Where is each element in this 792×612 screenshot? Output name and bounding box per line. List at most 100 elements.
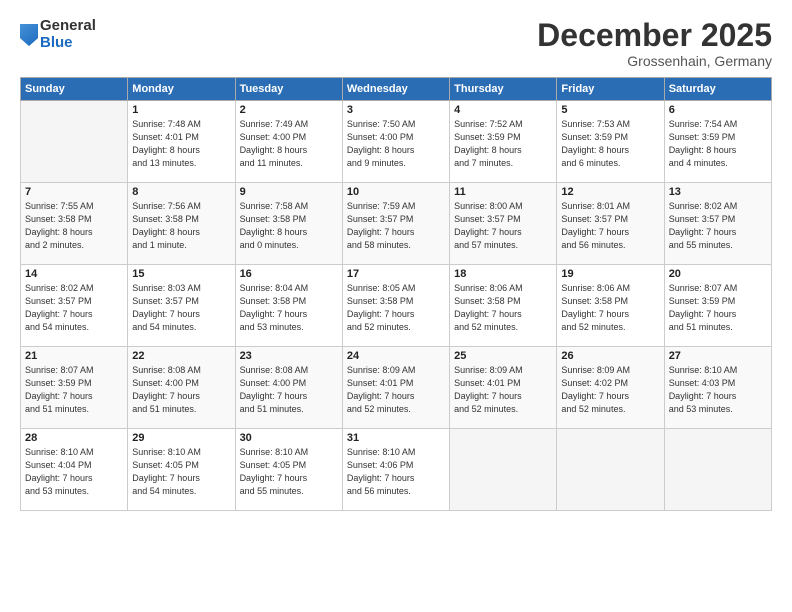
- day-number: 13: [669, 186, 767, 198]
- calendar-week-4: 28Sunrise: 8:10 AMSunset: 4:04 PMDayligh…: [21, 429, 772, 511]
- cell-info: Sunrise: 7:52 AMSunset: 3:59 PMDaylight:…: [454, 118, 552, 170]
- info-line: and 54 minutes.: [25, 322, 89, 332]
- calendar-week-2: 14 Sunrise: 8:02 AMSunset: 3:57 PMDayligh…: [21, 265, 772, 347]
- info-line: Sunrise: 8:07 AM: [25, 365, 94, 375]
- info-line: Daylight: 7 hours: [132, 391, 200, 401]
- table-row: 21Sunrise: 8:07 AMSunset: 3:59 PMDayligh…: [21, 347, 128, 429]
- day-number: 30: [240, 432, 338, 444]
- info-line: and 52 minutes.: [454, 404, 518, 414]
- info-line: Sunset: 3:59 PM: [561, 132, 628, 142]
- info-line: Daylight: 7 hours: [669, 227, 737, 237]
- info-line: Daylight: 8 hours: [132, 227, 200, 237]
- info-line: Sunset: 4:03 PM: [669, 378, 736, 388]
- info-line: Sunset: 3:57 PM: [347, 214, 414, 224]
- table-row: [557, 429, 664, 511]
- cell-info: Sunrise: 8:02 AMSunset: 3:57 PMDaylight:…: [669, 200, 767, 252]
- day-number: 8: [132, 186, 230, 198]
- col-monday: Monday: [128, 78, 235, 101]
- info-line: Sunrise: 7:52 AM: [454, 119, 523, 129]
- table-row: 3Sunrise: 7:50 AMSunset: 4:00 PMDaylight…: [342, 101, 449, 183]
- col-sunday: Sunday: [21, 78, 128, 101]
- info-line: Sunrise: 8:02 AM: [25, 283, 94, 293]
- day-number: 31: [347, 432, 445, 444]
- info-line: Daylight: 7 hours: [454, 391, 522, 401]
- info-line: Daylight: 7 hours: [669, 391, 737, 401]
- table-row: 15Sunrise: 8:03 AMSunset: 3:57 PMDayligh…: [128, 265, 235, 347]
- info-line: Sunrise: 7:55 AM: [25, 201, 94, 211]
- info-line: and 52 minutes.: [454, 322, 518, 332]
- calendar-week-3: 21Sunrise: 8:07 AMSunset: 3:59 PMDayligh…: [21, 347, 772, 429]
- day-number: 15: [132, 268, 230, 280]
- info-line: and 53 minutes.: [669, 404, 733, 414]
- info-line: and 9 minutes.: [347, 158, 406, 168]
- info-line: Daylight: 7 hours: [347, 309, 415, 319]
- info-line: Sunrise: 7:53 AM: [561, 119, 630, 129]
- table-row: 31Sunrise: 8:10 AMSunset: 4:06 PMDayligh…: [342, 429, 449, 511]
- cell-info: Sunrise: 8:07 AMSunset: 3:59 PMDaylight:…: [669, 282, 767, 334]
- cell-info: Sunrise: 8:09 AMSunset: 4:02 PMDaylight:…: [561, 364, 659, 416]
- cell-info: Sunrise: 7:53 AM Sunset: 3:59 PM Daylight:…: [561, 118, 659, 170]
- col-tuesday: Tuesday: [235, 78, 342, 101]
- table-row: 28Sunrise: 8:10 AMSunset: 4:04 PMDayligh…: [21, 429, 128, 511]
- info-line: and 56 minutes.: [561, 240, 625, 250]
- day-number: 6: [669, 104, 767, 116]
- info-line: and 52 minutes.: [561, 404, 625, 414]
- table-row: 16Sunrise: 8:04 AMSunset: 3:58 PMDayligh…: [235, 265, 342, 347]
- cell-info: Sunrise: 7:54 AMSunset: 3:59 PMDaylight:…: [669, 118, 767, 170]
- cell-info: Sunrise: 8:10 AMSunset: 4:05 PMDaylight:…: [132, 446, 230, 498]
- cell-info: Sunrise: 8:00 AMSunset: 3:57 PMDaylight:…: [454, 200, 552, 252]
- cell-info: Sunrise: 7:50 AMSunset: 4:00 PMDaylight:…: [347, 118, 445, 170]
- table-row: 19Sunrise: 8:06 AMSunset: 3:58 PMDayligh…: [557, 265, 664, 347]
- day-number: 9: [240, 186, 338, 198]
- info-line: Sunset: 3:58 PM: [240, 296, 307, 306]
- info-line: and 57 minutes.: [454, 240, 518, 250]
- day-number: 17: [347, 268, 445, 280]
- info-line: and 53 minutes.: [240, 322, 304, 332]
- day-number: 10: [347, 186, 445, 198]
- info-line: and 51 minutes.: [25, 404, 89, 414]
- info-line: Sunset: 3:57 PM: [669, 214, 736, 224]
- info-line: Sunset: 4:05 PM: [240, 460, 307, 470]
- info-line: and 56 minutes.: [347, 486, 411, 496]
- cell-info: Sunrise: 8:10 AMSunset: 4:03 PMDaylight:…: [669, 364, 767, 416]
- info-line: and 2 minutes.: [25, 240, 84, 250]
- info-line: Sunrise: 8:10 AM: [347, 447, 416, 457]
- cell-info: Sunrise: 8:08 AMSunset: 4:00 PMDaylight:…: [240, 364, 338, 416]
- info-line: Sunrise: 8:09 AM: [561, 365, 630, 375]
- info-line: Sunset: 4:00 PM: [132, 378, 199, 388]
- info-line: Sunset: 4:00 PM: [240, 378, 307, 388]
- table-row: 10Sunrise: 7:59 AMSunset: 3:57 PMDayligh…: [342, 183, 449, 265]
- info-line: Sunrise: 8:10 AM: [25, 447, 94, 457]
- table-row: 13 Sunrise: 8:02 AMSunset: 3:57 PMDayligh…: [664, 183, 771, 265]
- info-line: Sunrise: 7:50 AM: [347, 119, 416, 129]
- info-line: Sunrise: 8:06 AM: [561, 283, 630, 293]
- cell-info: Sunrise: 8:01 AMSunset: 3:57 PMDaylight:…: [561, 200, 659, 252]
- day-number: 1: [132, 104, 230, 116]
- info-line: Sunset: 3:58 PM: [347, 296, 414, 306]
- table-row: 6 Sunrise: 7:54 AMSunset: 3:59 PMDaylight…: [664, 101, 771, 183]
- info-line: and 4 minutes.: [669, 158, 728, 168]
- info-line: Sunset: 3:58 PM: [561, 296, 628, 306]
- calendar: Sunday Monday Tuesday Wednesday Thursday…: [20, 77, 772, 511]
- logo-general: General: [40, 18, 96, 35]
- day-number: 14: [25, 268, 123, 280]
- info-line: and 58 minutes.: [347, 240, 411, 250]
- logo-text: General Blue: [40, 18, 96, 51]
- info-line: and 53 minutes.: [25, 486, 89, 496]
- info-line: Sunset: 4:05 PM: [132, 460, 199, 470]
- calendar-week-0: 1Sunrise: 7:48 AMSunset: 4:01 PMDaylight…: [21, 101, 772, 183]
- info-line: Sunset: 4:04 PM: [25, 460, 92, 470]
- info-line: and 51 minutes.: [240, 404, 304, 414]
- calendar-week-1: 7Sunrise: 7:55 AMSunset: 3:58 PMDaylight…: [21, 183, 772, 265]
- info-line: Daylight: 7 hours: [132, 309, 200, 319]
- info-line: Sunset: 4:00 PM: [347, 132, 414, 142]
- info-line: Daylight: 8 hours: [561, 145, 629, 155]
- day-number: 3: [347, 104, 445, 116]
- info-line: Daylight: 7 hours: [240, 309, 308, 319]
- table-row: 5Sunrise: 7:53 AMSunset: 3:59 PMDaylight…: [557, 101, 664, 183]
- info-line: Daylight: 7 hours: [347, 391, 415, 401]
- table-row: 14 Sunrise: 8:02 AMSunset: 3:57 PMDayligh…: [21, 265, 128, 347]
- table-row: 23Sunrise: 8:08 AMSunset: 4:00 PMDayligh…: [235, 347, 342, 429]
- cell-info: Sunrise: 8:02 AMSunset: 3:57 PMDaylight:…: [25, 282, 123, 334]
- info-line: and 6 minutes.: [561, 158, 620, 168]
